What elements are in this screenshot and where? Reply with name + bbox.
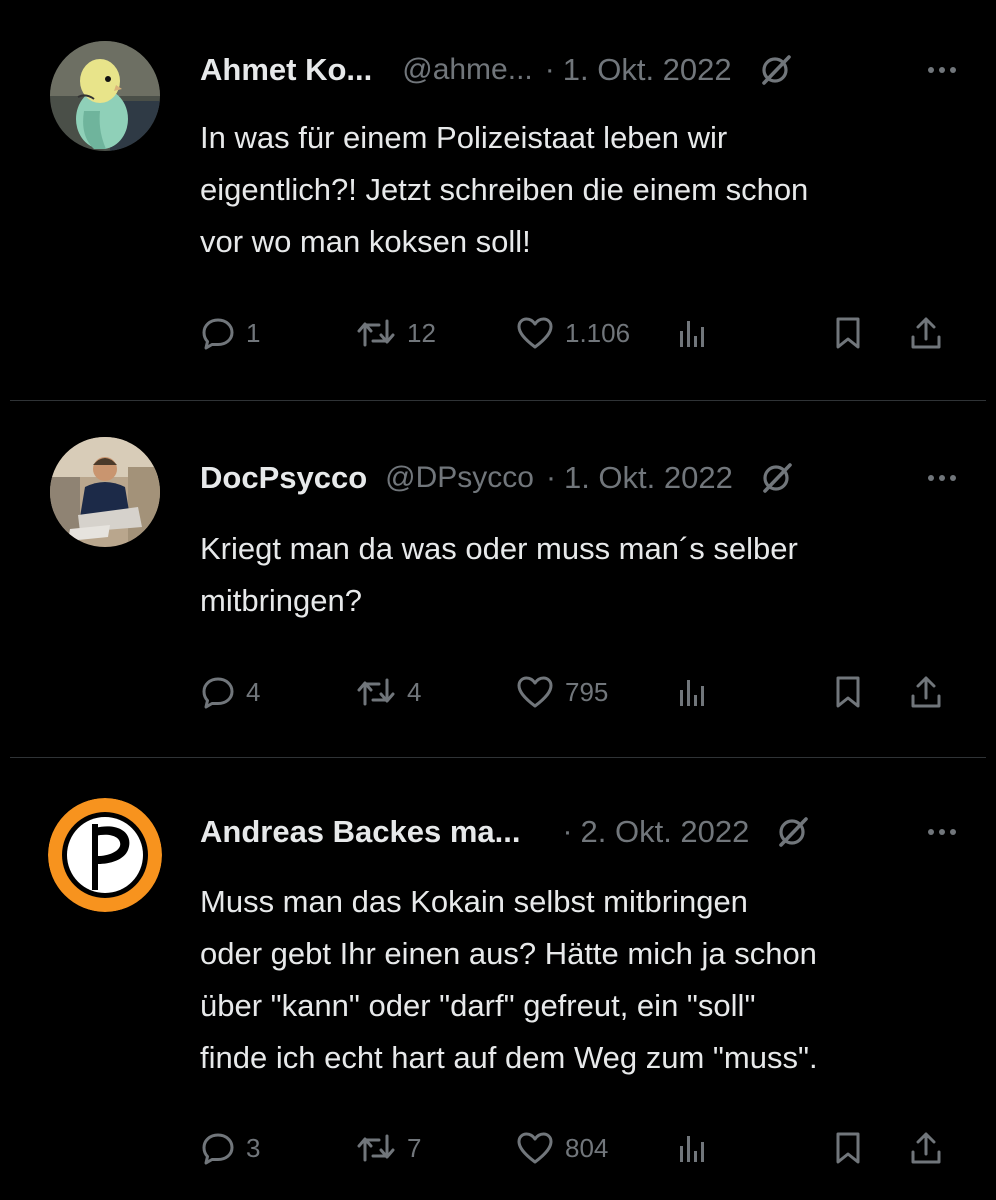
heart-icon	[515, 1130, 555, 1166]
tweet-text-line: Muss man das Kokain selbst mitbringen	[200, 884, 748, 919]
pirate-party-avatar[interactable]	[48, 798, 162, 912]
retweet-button[interactable]: 7	[355, 1123, 421, 1173]
tweet-header: Ahmet Ko... @ahme... · 1. Okt. 2022	[200, 48, 956, 92]
tweet-text-line: vor wo man koksen soll!	[200, 224, 531, 259]
tweet-text: In was für einem Polizeistaat leben wir …	[200, 112, 960, 268]
separator-dot: ·	[562, 815, 573, 848]
retweet-count: 4	[407, 676, 422, 707]
bookmark-icon	[832, 674, 864, 710]
tweet-text: Kriegt man da was oder muss man´s selber…	[200, 523, 960, 627]
more-options-icon[interactable]	[928, 48, 956, 92]
grok-icon[interactable]	[759, 460, 795, 496]
bookmark-button[interactable]	[832, 1123, 864, 1173]
reply-count: 3	[246, 1132, 261, 1163]
tweet-date[interactable]: 2. Okt. 2022	[581, 814, 750, 850]
views-button[interactable]	[675, 1123, 711, 1173]
reply-button[interactable]: 1	[200, 308, 260, 358]
retweet-button[interactable]: 4	[355, 667, 421, 717]
author-name[interactable]: Ahmet Ko...	[200, 52, 372, 88]
tweet-header: Andreas Backes ma... · 2. Okt. 2022	[200, 810, 956, 854]
bookmark-icon	[832, 315, 864, 351]
separator-dot: ·	[544, 53, 555, 86]
separator-dot: ·	[545, 461, 556, 494]
reply-icon	[200, 674, 236, 710]
share-button[interactable]	[908, 1123, 944, 1173]
more-options-icon[interactable]	[928, 456, 956, 500]
author-handle[interactable]: @DPsycco	[385, 461, 534, 495]
retweet-icon	[355, 315, 397, 351]
tweet-text-line: oder gebt Ihr einen aus? Hätte mich ja s…	[200, 936, 817, 971]
tweet-text-line: Kriegt man da was oder muss man´s selber	[200, 531, 798, 566]
reply-count: 4	[246, 676, 261, 707]
retweet-count: 7	[407, 1132, 422, 1163]
tweet[interactable]: Andreas Backes ma... · 2. Okt. 2022 Muss…	[0, 758, 996, 1200]
tweet-date[interactable]: 1. Okt. 2022	[563, 52, 732, 88]
avatar[interactable]	[50, 437, 160, 547]
share-icon	[908, 315, 944, 351]
author-name[interactable]: DocPsycco	[200, 460, 367, 496]
tweet-text-line: mitbringen?	[200, 583, 362, 618]
reply-count: 1	[246, 317, 261, 348]
like-button[interactable]: 804	[515, 1123, 608, 1173]
views-chart-icon	[675, 674, 711, 710]
views-button[interactable]	[675, 308, 711, 358]
tweet-actions: 1 12 1.106	[200, 308, 960, 358]
views-chart-icon	[675, 1130, 711, 1166]
author-name[interactable]: Andreas Backes ma...	[200, 814, 521, 850]
tweet-text-line: finde ich echt hart auf dem Weg zum "mus…	[200, 1040, 818, 1075]
retweet-button[interactable]: 12	[355, 308, 436, 358]
grok-icon[interactable]	[758, 52, 794, 88]
bookmark-button[interactable]	[832, 667, 864, 717]
reply-button[interactable]: 4	[200, 667, 260, 717]
tweet[interactable]: Ahmet Ko... @ahme... · 1. Okt. 2022 In w…	[0, 0, 996, 400]
more-options-icon[interactable]	[928, 810, 956, 854]
retweet-icon	[355, 674, 397, 710]
tweet-text-line: über "kann" oder "darf" gefreut, ein "so…	[200, 988, 756, 1023]
share-button[interactable]	[908, 308, 944, 358]
tweet[interactable]: DocPsycco @DPsycco · 1. Okt. 2022 Kriegt…	[0, 401, 996, 757]
like-button[interactable]: 795	[515, 667, 608, 717]
author-handle[interactable]: @ahme...	[402, 53, 533, 87]
like-count: 1.106	[565, 317, 631, 348]
like-button[interactable]: 1.106	[515, 308, 630, 358]
share-button[interactable]	[908, 667, 944, 717]
views-button[interactable]	[675, 667, 711, 717]
tweet-text: Muss man das Kokain selbst mitbringen od…	[200, 876, 960, 1084]
tweet-header: DocPsycco @DPsycco · 1. Okt. 2022	[200, 456, 956, 500]
reply-button[interactable]: 3	[200, 1123, 260, 1173]
views-chart-icon	[675, 315, 711, 351]
tweet-text-line: eigentlich?! Jetzt schreiben die einem s…	[200, 172, 809, 207]
share-icon	[908, 1130, 944, 1166]
heart-icon	[515, 674, 555, 710]
reply-icon	[200, 315, 236, 351]
bookmark-icon	[832, 1130, 864, 1166]
reply-icon	[200, 1130, 236, 1166]
tweet-date[interactable]: 1. Okt. 2022	[564, 460, 733, 496]
tweet-text-line: In was für einem Polizeistaat leben wir	[200, 120, 728, 155]
grok-icon[interactable]	[775, 814, 811, 850]
like-count: 804	[565, 1132, 609, 1163]
bookmark-button[interactable]	[832, 308, 864, 358]
share-icon	[908, 674, 944, 710]
heart-icon	[515, 315, 555, 351]
retweet-icon	[355, 1130, 397, 1166]
tweet-actions: 4 4 795	[200, 667, 960, 717]
avatar[interactable]	[50, 41, 160, 151]
like-count: 795	[565, 676, 609, 707]
retweet-count: 12	[407, 317, 436, 348]
tweet-actions: 3 7 804	[200, 1123, 960, 1173]
